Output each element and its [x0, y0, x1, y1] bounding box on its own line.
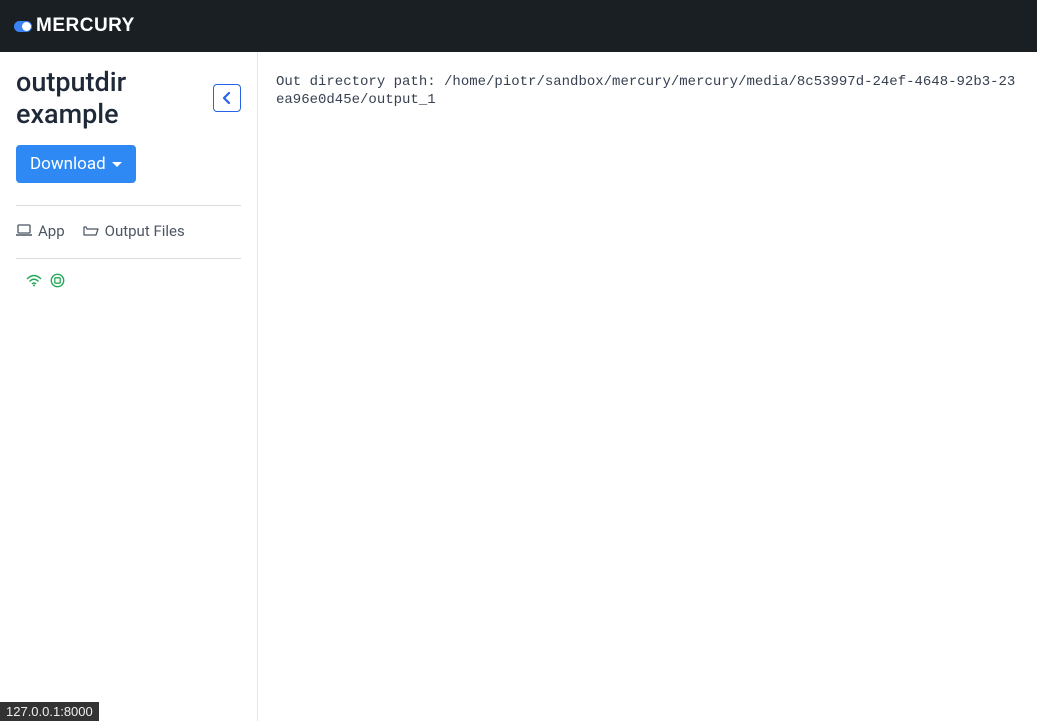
- sidebar: outputdir example Download App: [0, 52, 258, 721]
- sidebar-link-app[interactable]: App: [16, 222, 65, 240]
- sidebar-links: App Output Files: [16, 222, 241, 240]
- layout: outputdir example Download App: [0, 52, 1037, 721]
- divider: [16, 258, 241, 259]
- download-button[interactable]: Download: [16, 145, 136, 183]
- brand-name: MERCURY: [36, 15, 135, 37]
- toggle-icon: [14, 21, 32, 32]
- output-text: Out directory path: /home/piotr/sandbox/…: [276, 74, 1019, 109]
- divider: [16, 205, 241, 206]
- sidebar-link-app-label: App: [38, 222, 65, 240]
- topbar: MERCURY: [0, 0, 1037, 52]
- download-button-label: Download: [30, 154, 106, 174]
- brand-logo[interactable]: MERCURY: [14, 15, 135, 37]
- sidebar-link-output-files[interactable]: Output Files: [83, 222, 185, 240]
- status-icons: [16, 273, 241, 288]
- statusbar-address: 127.0.0.1:8000: [0, 702, 99, 721]
- collapse-sidebar-button[interactable]: [213, 84, 241, 112]
- wifi-icon: [26, 274, 42, 287]
- page-title: outputdir example: [16, 66, 209, 131]
- stop-icon[interactable]: [50, 273, 65, 288]
- caret-down-icon: [112, 162, 122, 167]
- sidebar-link-output-files-label: Output Files: [105, 222, 185, 240]
- title-row: outputdir example: [16, 66, 241, 131]
- laptop-icon: [16, 224, 32, 237]
- main-content: Out directory path: /home/piotr/sandbox/…: [258, 52, 1037, 721]
- folder-open-icon: [83, 224, 99, 237]
- chevron-left-icon: [222, 91, 232, 105]
